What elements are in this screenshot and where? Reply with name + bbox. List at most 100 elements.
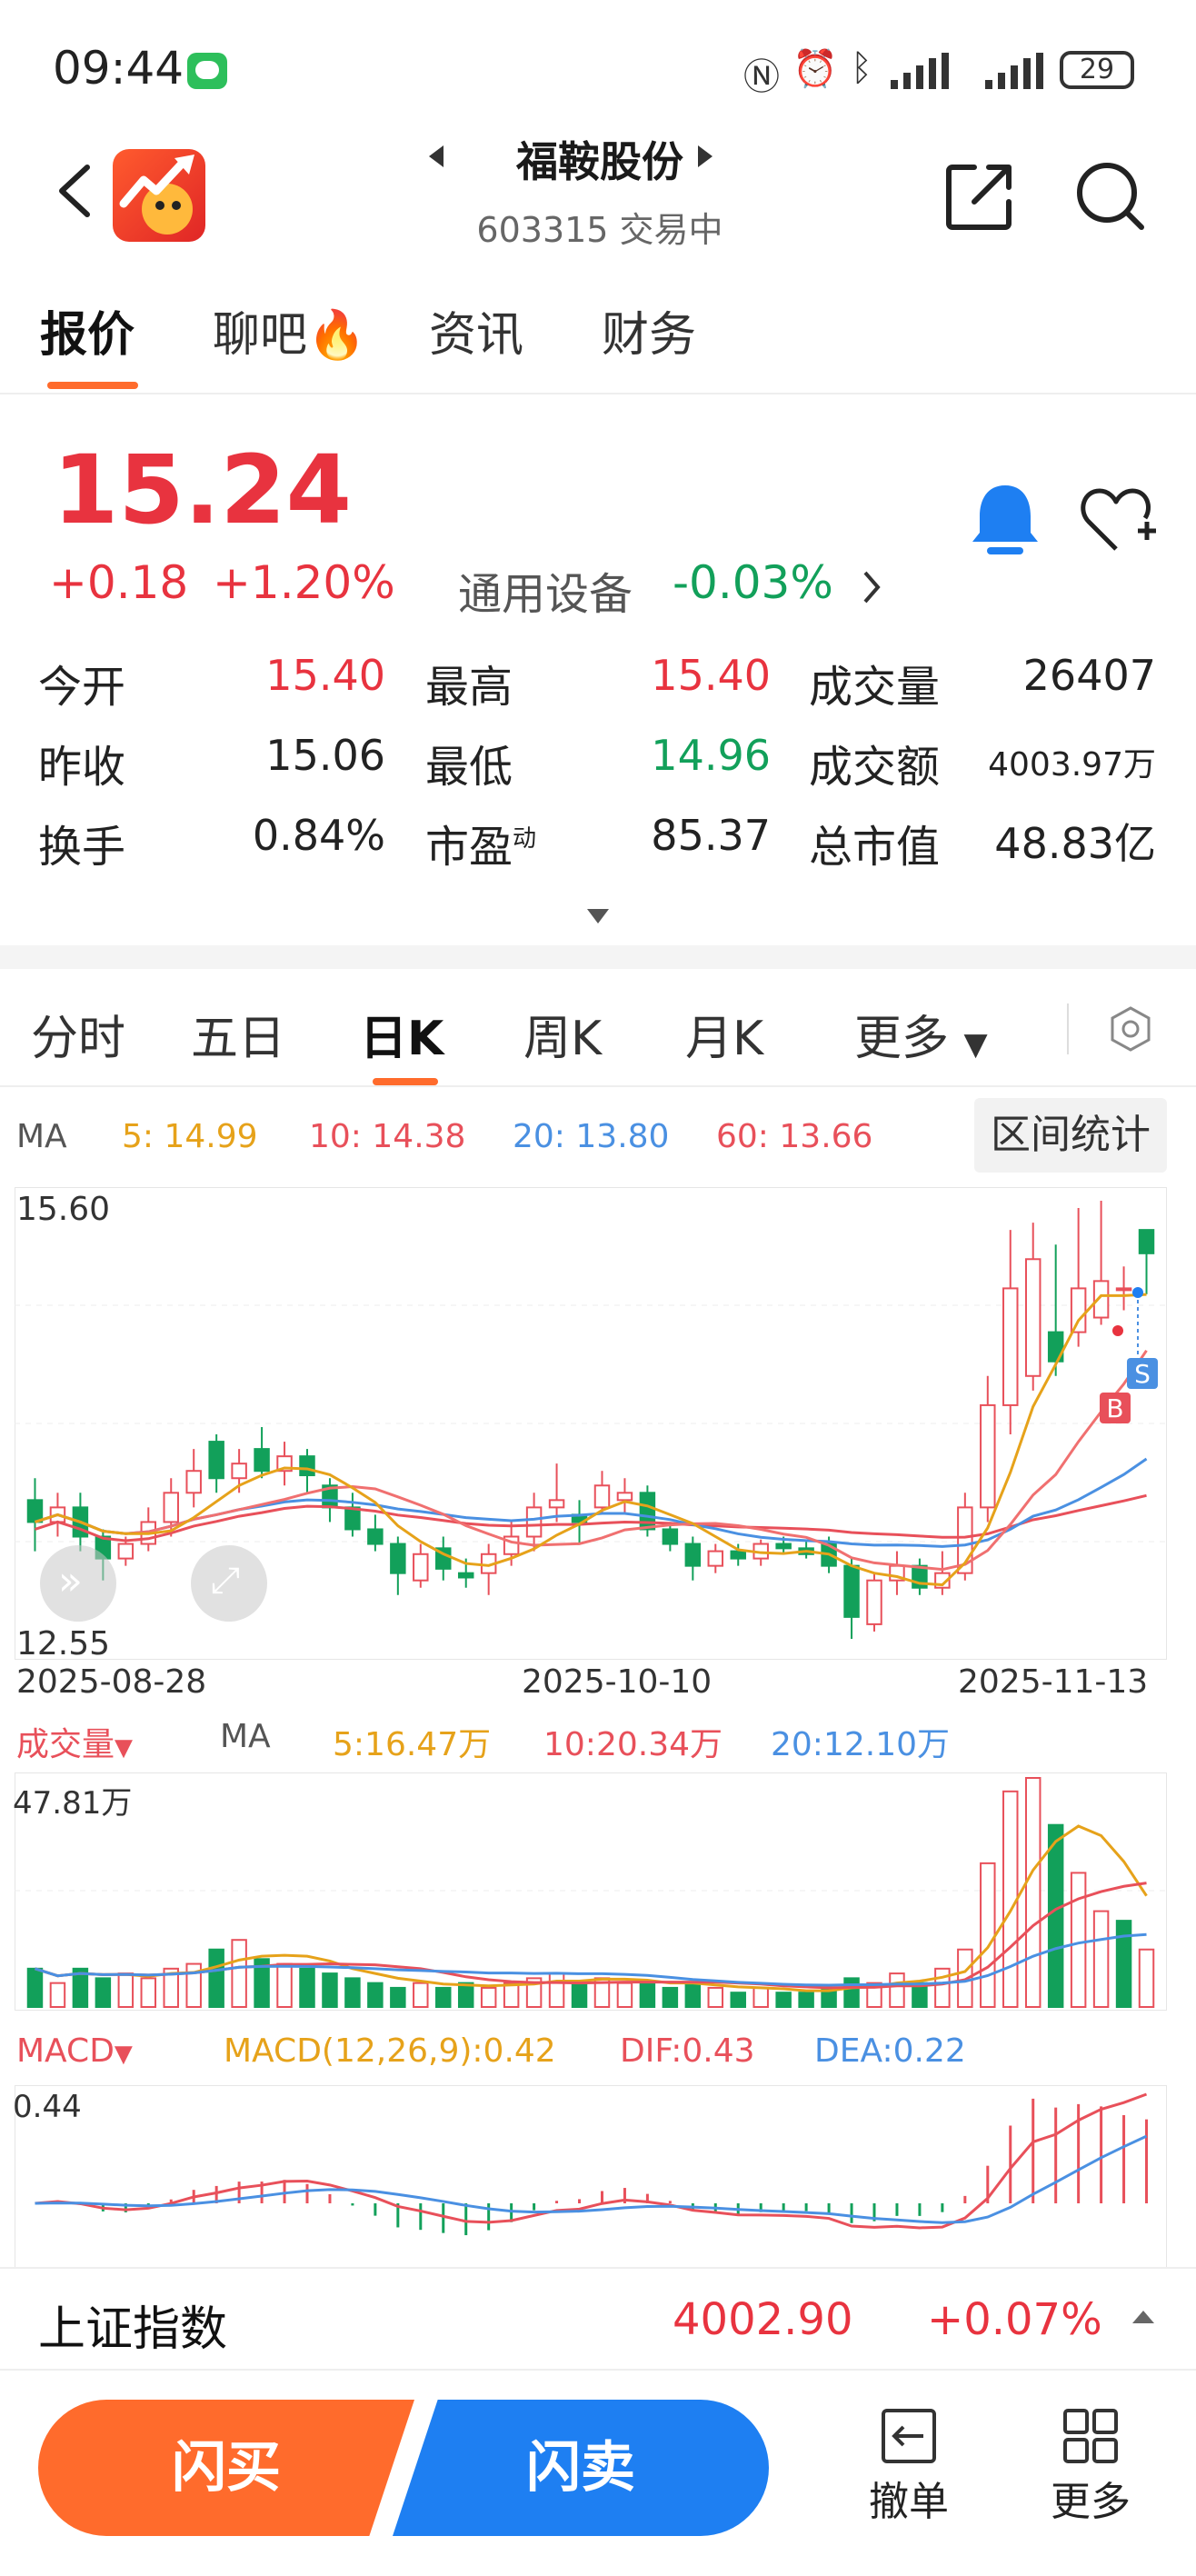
volume-ma10: 10:20.34万 — [543, 1726, 723, 1763]
macd-dea: DEA:0.22 — [814, 2032, 966, 2070]
pe-label: 市盈动 — [425, 811, 536, 874]
period-tab-daily[interactable]: 日K — [360, 1000, 444, 1068]
alert-bell-icon[interactable] — [969, 482, 1042, 558]
turnover-amount-value: 4003.97万 — [988, 746, 1156, 784]
tab-news[interactable]: 资讯 — [429, 296, 523, 364]
candle — [457, 1572, 474, 1579]
period-tab-monthly[interactable]: 月K — [685, 1000, 763, 1068]
collapse-button[interactable]: » — [40, 1545, 116, 1622]
candle — [208, 1441, 224, 1480]
wechat-notification-icon — [187, 53, 227, 89]
volume-bar — [707, 1986, 724, 2009]
candle — [185, 1470, 202, 1494]
candle — [254, 1448, 270, 1473]
tab-chat-label: 聊吧 — [213, 308, 308, 363]
volume-indicator-select[interactable]: 成交量▼ — [16, 1718, 133, 1765]
volume-bar — [1070, 1872, 1087, 2008]
volume-value: 26407 — [1022, 651, 1156, 700]
back-icon[interactable] — [55, 164, 95, 218]
nfc-icon: Ⓝ — [743, 56, 780, 98]
cancel-order-button[interactable]: 撤单 — [854, 2400, 963, 2536]
volume-bar — [616, 1982, 633, 2008]
signal-icon — [891, 53, 949, 89]
volume-bar — [889, 1972, 905, 2009]
tab-finance[interactable]: 财务 — [602, 296, 696, 364]
cancel-order-icon — [882, 2409, 936, 2463]
candle — [26, 1499, 44, 1523]
period-tab-more[interactable]: 更多 ▼ — [854, 1000, 988, 1068]
volume-bar — [276, 1962, 293, 2008]
prev-close-label: 昨收 — [38, 742, 126, 793]
volume-bar — [730, 1992, 746, 2008]
divider — [1067, 1003, 1069, 1054]
index-pct: +0.07% — [927, 2294, 1102, 2345]
period-tab-intraday[interactable]: 分时 — [31, 1000, 125, 1068]
period-tab-weekly[interactable]: 周K — [523, 1000, 602, 1068]
expand-down-icon[interactable] — [587, 909, 609, 924]
pe-label-text: 市盈 — [425, 822, 513, 873]
candle — [344, 1506, 361, 1531]
fullscreen-icon: ⤢ — [211, 1560, 240, 1602]
kline-y-bottom: 12.55 — [16, 1625, 111, 1662]
volume-y-top: 47.81万 — [13, 1785, 133, 1822]
favorite-heart-icon[interactable] — [1080, 484, 1158, 556]
expand-up-icon[interactable] — [1132, 2311, 1154, 2323]
volume-bar — [140, 1977, 157, 2008]
volume-bar — [231, 1939, 247, 2008]
candle — [413, 1553, 429, 1582]
dif-line — [35, 2092, 1148, 2230]
candle — [367, 1528, 384, 1545]
candle — [299, 1455, 315, 1477]
candle — [390, 1543, 406, 1574]
section-divider — [0, 945, 1196, 969]
dea-line — [35, 2134, 1148, 2224]
tab-chat[interactable]: 聊吧🔥 — [213, 296, 366, 364]
volume-bar — [457, 1982, 474, 2008]
date-start: 2025-08-28 — [16, 1663, 207, 1701]
candle — [730, 1550, 746, 1560]
sector-pct[interactable]: -0.03% — [673, 556, 833, 609]
range-stats-button[interactable]: 区间统计 — [974, 1098, 1167, 1173]
volume-ma5: 5:16.47万 — [333, 1726, 492, 1763]
index-ticker[interactable]: 上证指数 4002.90 +0.07% — [0, 2267, 1196, 2369]
candle — [980, 1403, 996, 1509]
divider — [0, 1085, 1196, 1087]
price-change-pct: +1.20% — [213, 556, 395, 609]
tab-quote[interactable]: 报价 — [40, 296, 135, 364]
volume-bar — [1092, 1910, 1110, 2008]
volume-bar — [798, 1992, 814, 2008]
share-icon[interactable] — [943, 160, 1016, 233]
candle — [1115, 1287, 1132, 1292]
date-end: 2025-11-13 — [958, 1663, 1149, 1701]
ma20-value: 20: 13.80 — [513, 1118, 670, 1155]
signal-icon-2 — [985, 53, 1043, 89]
volume-bar — [208, 1948, 224, 2008]
candle — [684, 1543, 702, 1567]
sector-name[interactable]: 通用设备 — [458, 558, 633, 622]
pe-label-sup: 动 — [513, 825, 537, 853]
app-logo — [113, 149, 205, 242]
volume-bar — [1024, 1777, 1042, 2008]
turnover-rate-label: 换手 — [38, 822, 126, 873]
next-stock-icon[interactable] — [698, 145, 713, 167]
period-tab-5day[interactable]: 五日 — [191, 1000, 285, 1068]
divider — [0, 393, 1196, 394]
settings-hex-icon[interactable] — [1107, 1005, 1154, 1053]
flash-sell-button[interactable]: 闪卖 — [393, 2400, 769, 2536]
flash-buy-button[interactable]: 闪买 — [38, 2400, 414, 2536]
more-button[interactable]: 更多 — [1036, 2400, 1145, 2536]
search-icon[interactable] — [1072, 158, 1147, 233]
stock-name: 福鞍股份 — [516, 137, 683, 186]
volume-bar — [1002, 1790, 1019, 2008]
macd-indicator-select[interactable]: MACD▼ — [16, 2032, 133, 2070]
candle — [843, 1564, 860, 1618]
fullscreen-button[interactable]: ⤢ — [191, 1545, 267, 1622]
chevron-right-icon[interactable] — [860, 569, 883, 605]
volume-bar — [980, 1862, 996, 2008]
index-name: 上证指数 — [38, 2302, 228, 2357]
volume-bar — [639, 1982, 656, 2008]
candle — [707, 1550, 724, 1567]
turnover-amount-label: 成交额 — [809, 742, 941, 793]
candle — [866, 1579, 882, 1625]
kline-chart[interactable]: S B — [15, 1187, 1167, 1660]
